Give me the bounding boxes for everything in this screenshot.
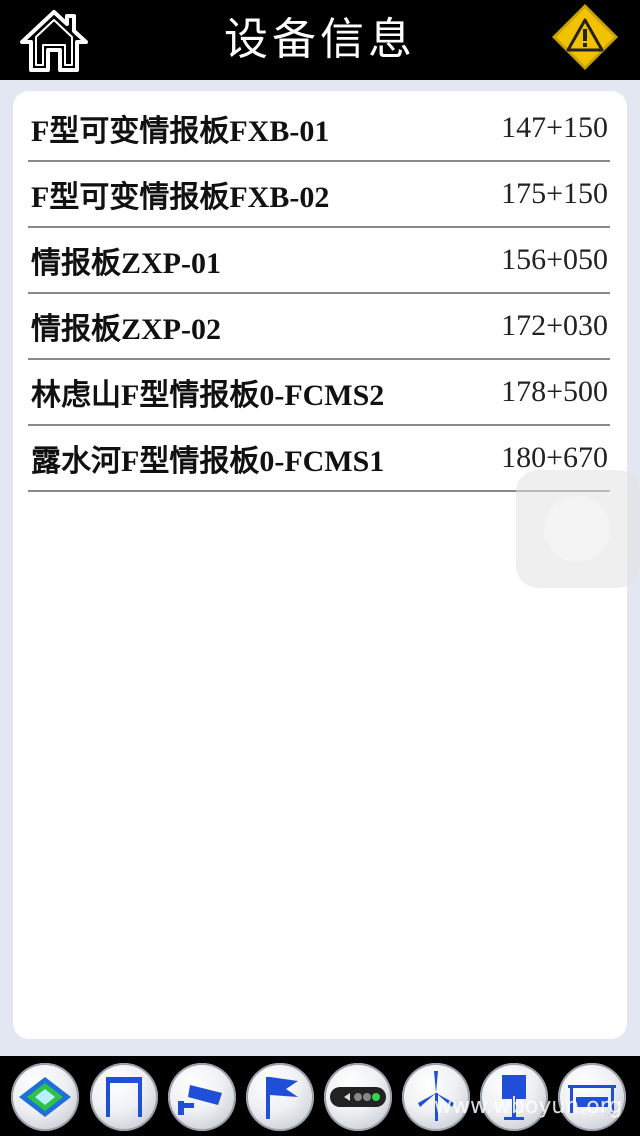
device-name: 情报板ZXP-02: [31, 313, 221, 346]
top-bar: 设备信息: [0, 0, 640, 80]
device-stake-position: 172+030: [501, 309, 608, 342]
device-name: 露水河F型情报板0-FCMS1: [31, 445, 385, 478]
device-stake-position: 178+500: [501, 375, 608, 408]
device-row[interactable]: 林虑山F型情报板0-FCMS2 178+500: [28, 360, 610, 426]
device-row[interactable]: F型可变情报板FXB-02 175+150: [28, 162, 610, 228]
traffic-light-icon: [330, 1087, 386, 1107]
nav-camera-button[interactable]: [168, 1063, 236, 1131]
device-list: F型可变情报板FXB-01 147+150 F型可变情报板FXB-02 175+150…: [28, 96, 610, 492]
device-row[interactable]: 情报板ZXP-02 172+030: [28, 294, 610, 360]
nav-flag-button[interactable]: [246, 1063, 314, 1131]
device-stake-position: 156+050: [501, 243, 608, 276]
flag-icon: [266, 1077, 298, 1119]
watermark-text: www.wboyun.org: [434, 1094, 623, 1119]
device-name: F型可变情报板FXB-02: [31, 181, 330, 214]
device-row[interactable]: F型可变情报板FXB-01 147+150: [28, 96, 610, 162]
nav-gantry-button[interactable]: [90, 1063, 158, 1131]
device-name: F型可变情报板FXB-01: [31, 115, 330, 148]
device-stake-position: 175+150: [501, 177, 608, 210]
device-stake-position: 147+150: [501, 111, 608, 144]
warning-button[interactable]: [550, 2, 620, 72]
map-icon: [19, 1077, 71, 1117]
floating-assist-dot: [544, 496, 610, 562]
floating-assist-button[interactable]: [516, 470, 640, 588]
nav-map-button[interactable]: [11, 1063, 79, 1131]
camera-icon: [178, 1085, 222, 1115]
device-name: 林虑山F型情报板0-FCMS2: [31, 379, 385, 412]
warning-icon: [552, 4, 618, 70]
nav-traffic-light-button[interactable]: [324, 1063, 392, 1131]
gantry-icon: [106, 1077, 142, 1117]
device-name: 情报板ZXP-01: [31, 247, 221, 280]
page-title: 设备信息: [224, 14, 416, 65]
device-row[interactable]: 情报板ZXP-01 156+050: [28, 228, 610, 294]
